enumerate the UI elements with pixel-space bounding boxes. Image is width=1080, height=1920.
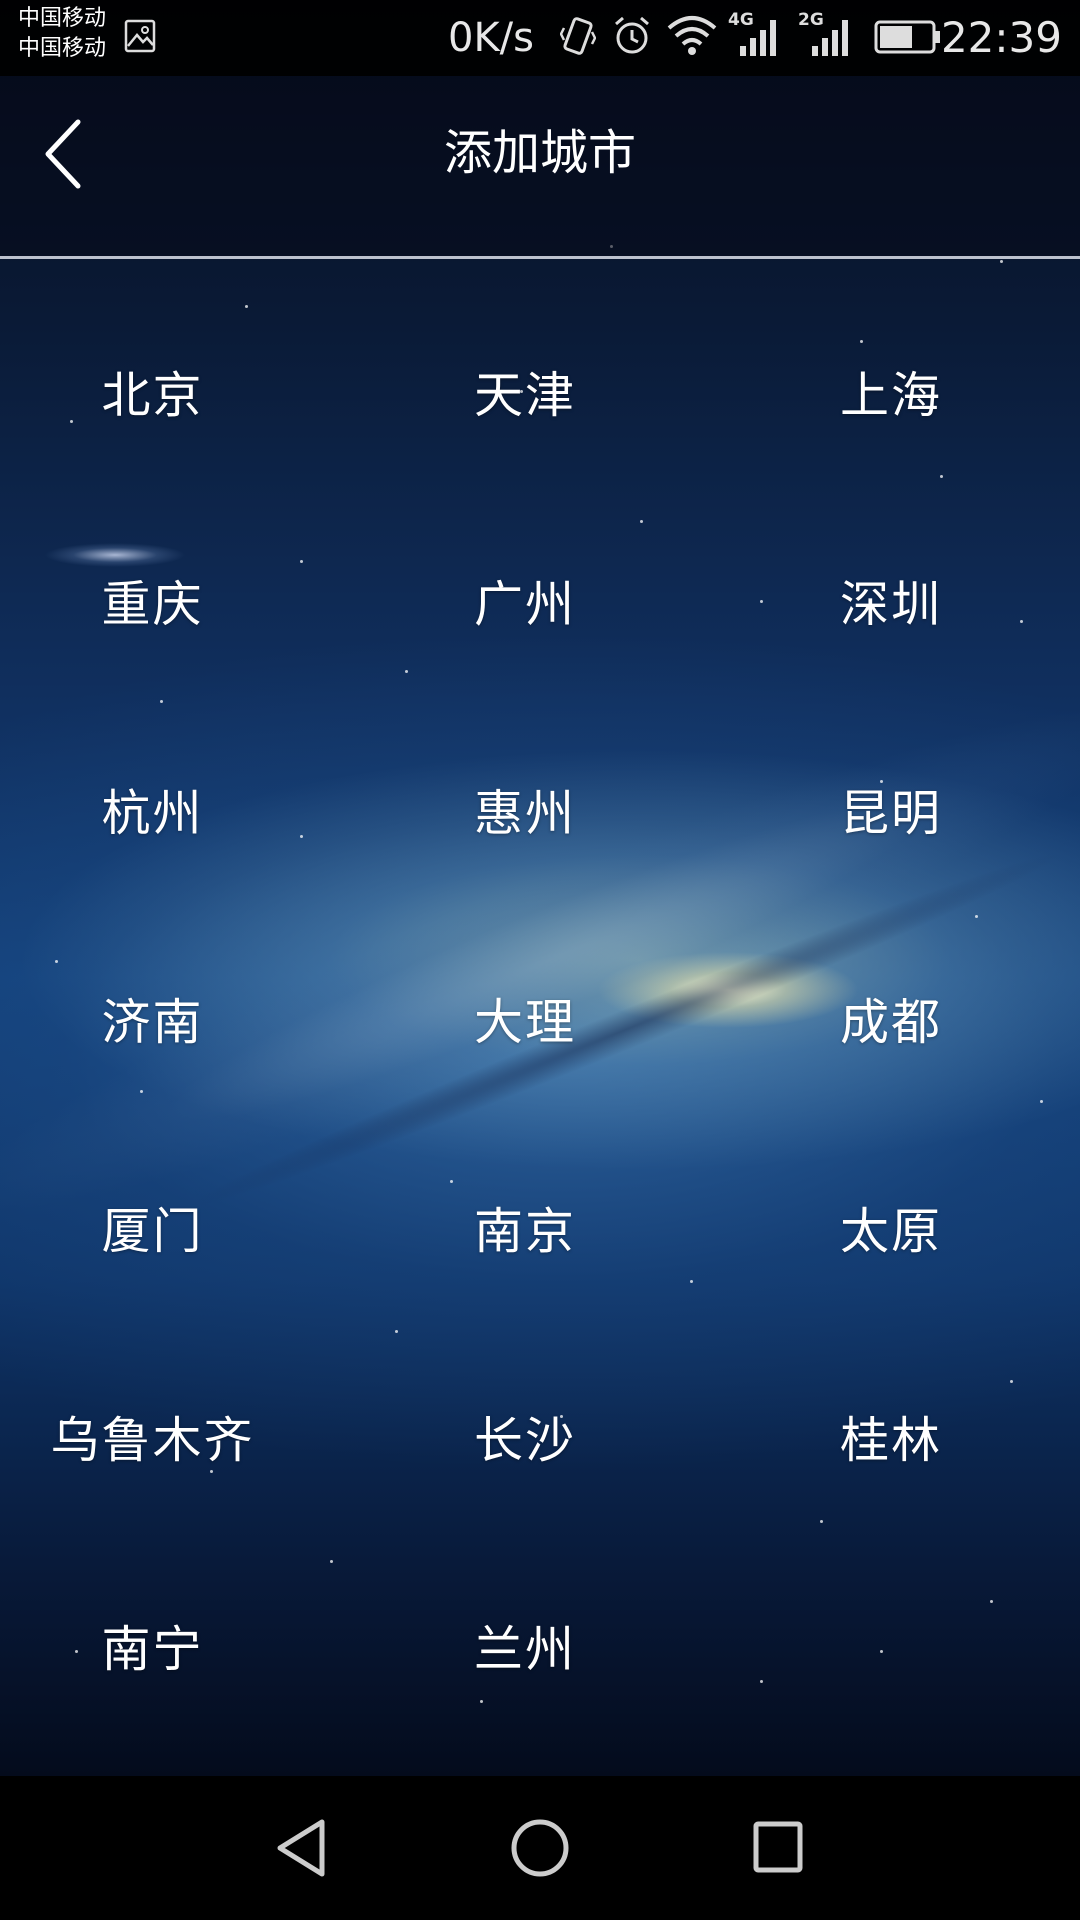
- signal-strength-icon-2: [812, 20, 848, 56]
- city-item[interactable]: 长沙: [360, 1332, 690, 1541]
- app-header: 添加城市: [0, 76, 1080, 257]
- carrier-line-2: 中国移动: [18, 36, 107, 61]
- square-recents-icon: [753, 1821, 803, 1873]
- city-grid: 北京 天津 上海重庆 广州 深圳杭州 惠州 昆明济南 大理 成都厦门 南京 太原乌鲁木齐 长沙 桂林南宁…: [0, 287, 1080, 1750]
- alarm-icon: [615, 16, 649, 54]
- city-item[interactable]: 重庆: [0, 496, 360, 705]
- vibrate-icon: [560, 17, 596, 55]
- navigation-bar: [0, 1776, 1080, 1920]
- screen: 中国移动 中国移动 0K/s 4G 2G 22:39 添加城市 北京 天津 上海…: [0, 0, 1080, 1920]
- city-item[interactable]: 南京: [360, 1123, 690, 1332]
- header-divider: [0, 256, 1080, 259]
- city-item[interactable]: 北京: [0, 287, 360, 496]
- city-item[interactable]: 惠州: [360, 705, 690, 914]
- nav-back-button[interactable]: [262, 1812, 342, 1884]
- city-item[interactable]: 广州: [360, 496, 690, 705]
- nav-home-button[interactable]: [500, 1812, 580, 1884]
- image-notification-icon: [124, 19, 156, 53]
- city-item[interactable]: 济南: [0, 914, 360, 1123]
- city-item[interactable]: 厦门: [0, 1123, 360, 1332]
- city-item[interactable]: 兰州: [360, 1541, 690, 1750]
- triangle-back-icon: [277, 1819, 325, 1877]
- city-item[interactable]: 桂林: [690, 1332, 1080, 1541]
- city-item[interactable]: 乌鲁木齐: [0, 1332, 360, 1541]
- city-item[interactable]: 昆明: [690, 705, 1080, 914]
- status-time: 22:39: [940, 13, 1062, 62]
- status-bar: 中国移动 中国移动 0K/s 4G 2G 22:39: [0, 0, 1080, 76]
- city-item[interactable]: 大理: [360, 914, 690, 1123]
- city-item[interactable]: 成都: [690, 914, 1080, 1123]
- network-speed: 0K/s: [448, 15, 534, 61]
- city-item[interactable]: 太原: [690, 1123, 1080, 1332]
- city-item[interactable]: 上海: [690, 287, 1080, 496]
- battery-icon: [874, 20, 940, 54]
- city-item[interactable]: 杭州: [0, 705, 360, 914]
- nav-recents-button[interactable]: [738, 1812, 818, 1884]
- page-title: 添加城市: [443, 125, 636, 181]
- wifi-icon: [667, 16, 717, 55]
- city-item[interactable]: 深圳: [690, 496, 1080, 705]
- city-item[interactable]: 天津: [360, 287, 690, 496]
- carrier-info: 中国移动 中国移动: [18, 4, 106, 64]
- circle-home-icon: [511, 1819, 569, 1877]
- signal-strength-icon: [740, 20, 776, 56]
- city-item[interactable]: 南宁: [0, 1541, 360, 1750]
- carrier-line-1: 中国移动: [18, 6, 107, 31]
- star: [1000, 260, 1003, 263]
